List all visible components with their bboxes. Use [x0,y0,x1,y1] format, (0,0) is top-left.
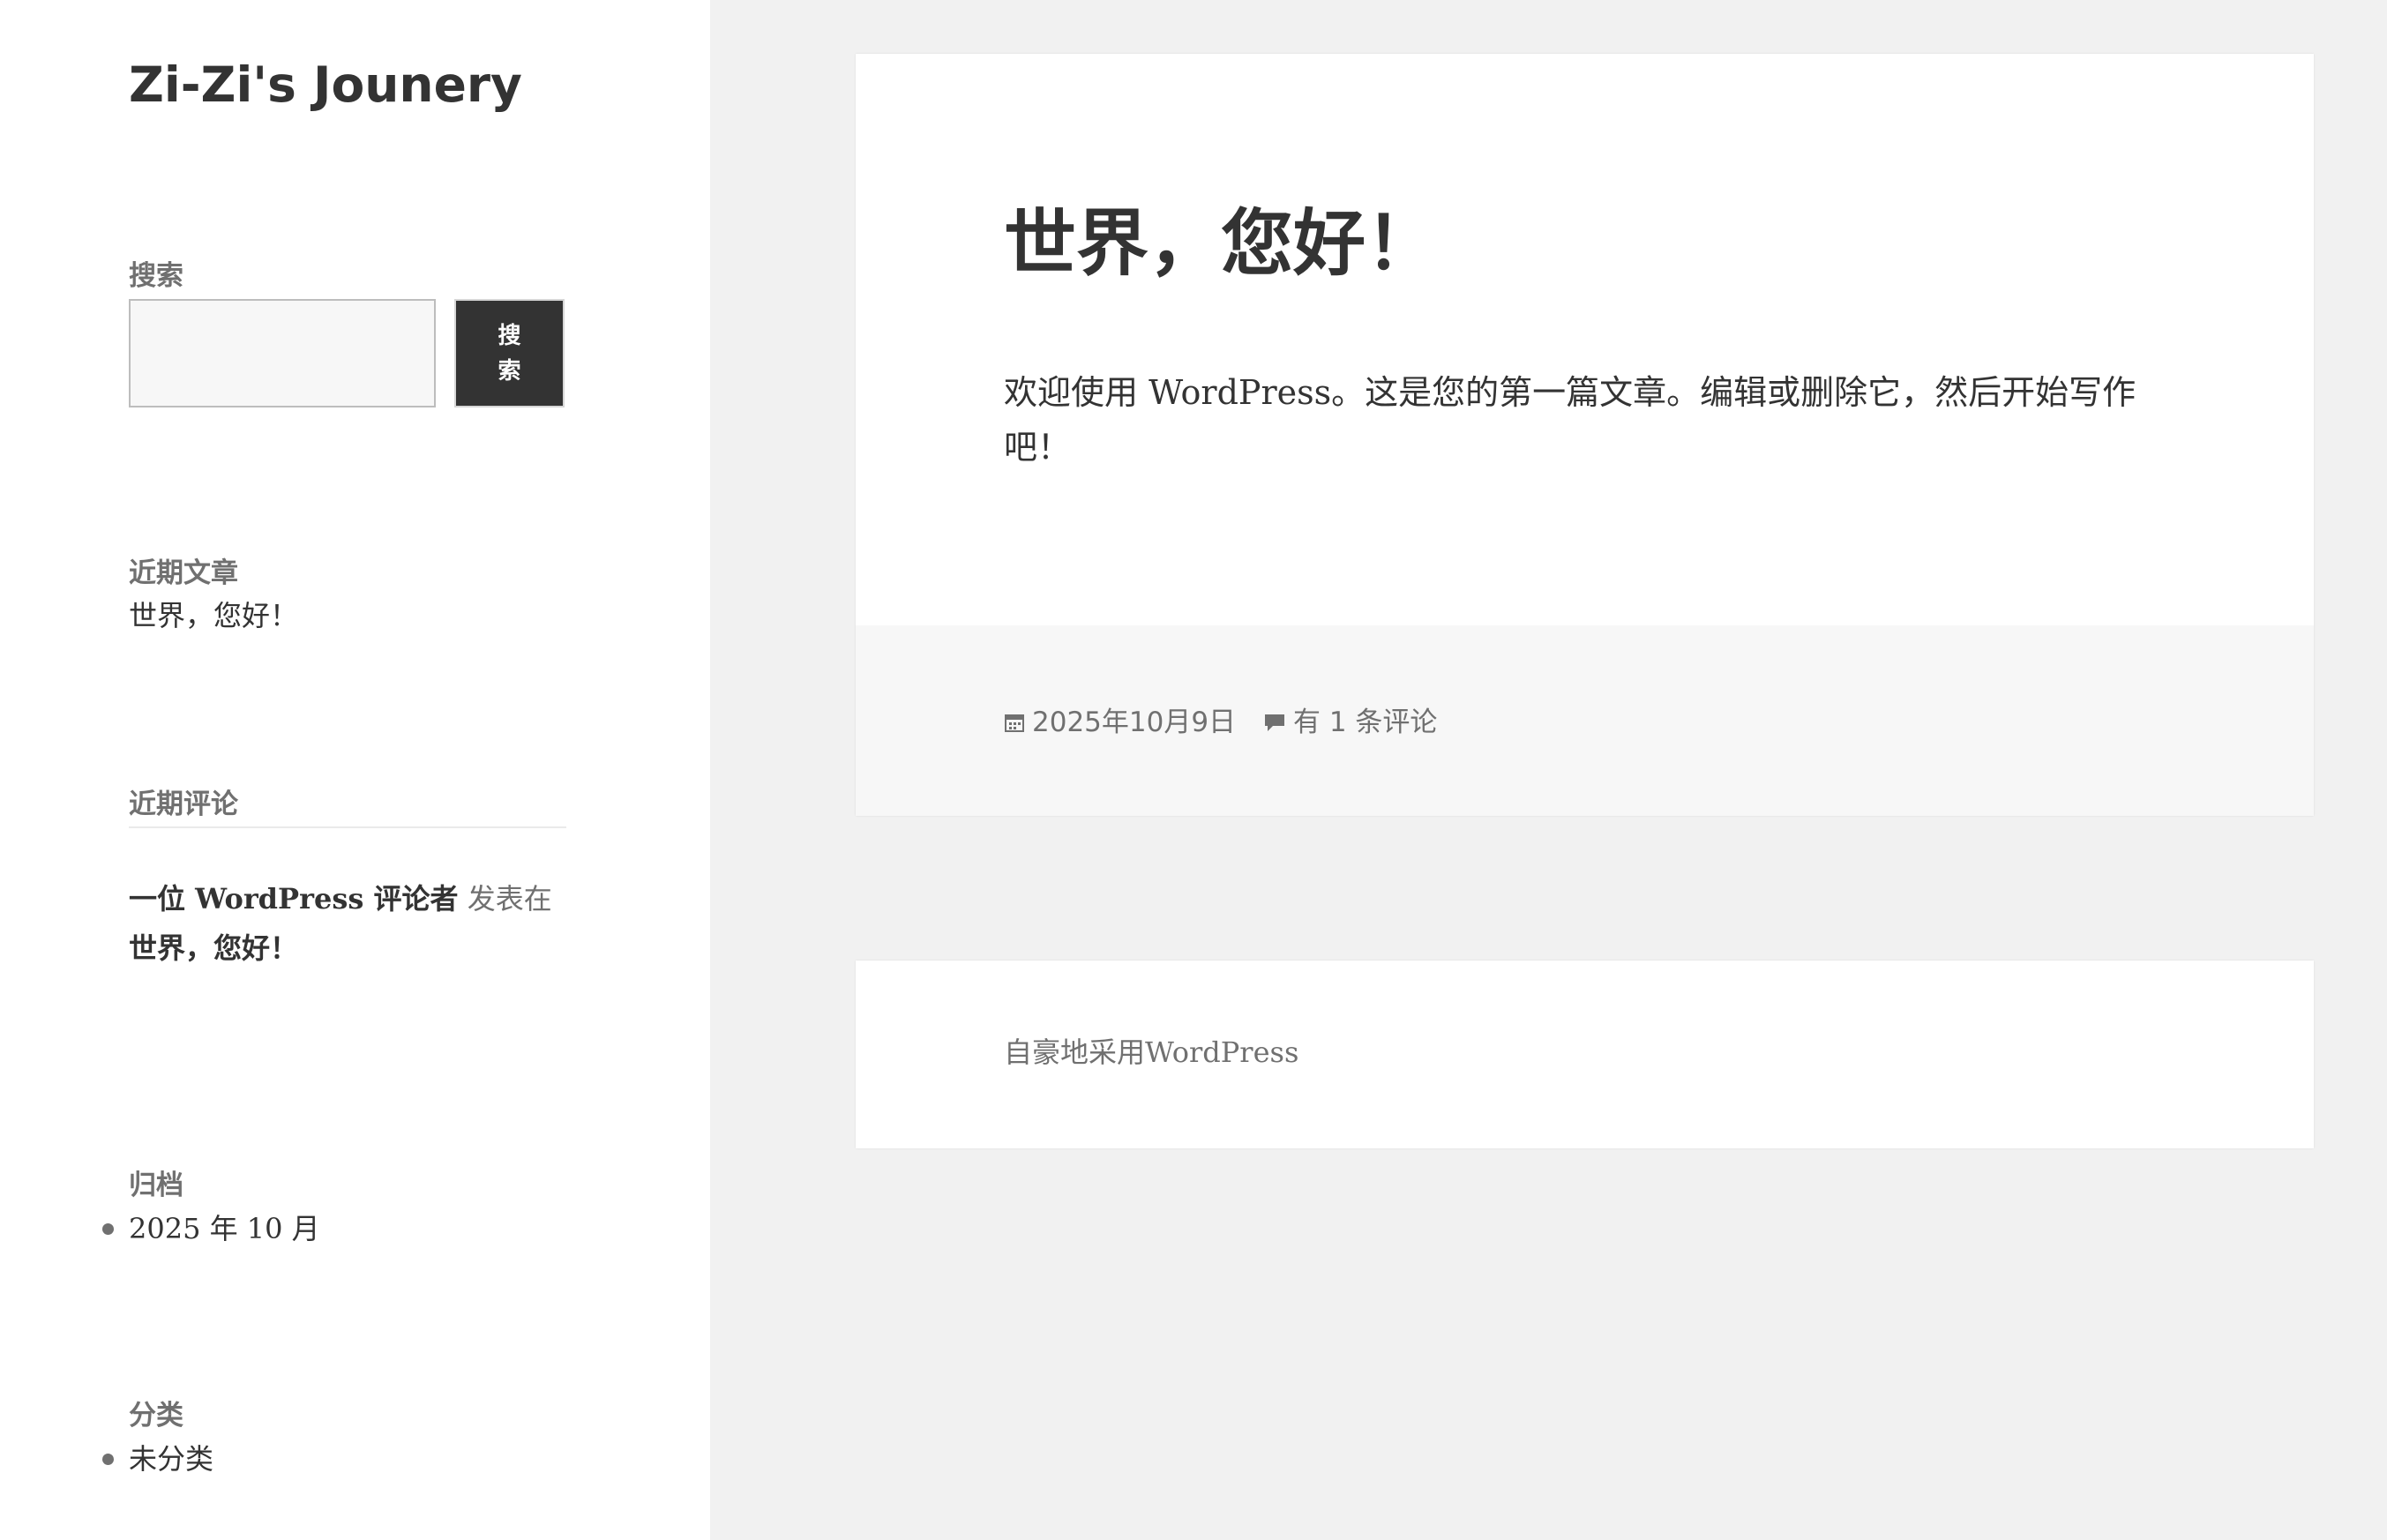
post-date-text: 2025年10月9日 [1032,706,1237,738]
recent-post-link[interactable]: 世界，您好！ [129,596,298,635]
archives-title: 归档 [129,1170,183,1201]
post-body: 欢迎使用 WordPress。这是您的第一篇文章。编辑或删除它，然后开始写作吧！ [1004,373,2136,467]
post-comments-link[interactable]: 有 1 条评论 [1263,703,1437,744]
post-title[interactable]: 世界，您好！ [1004,195,1438,292]
category-bullet [102,1454,114,1465]
widget-title-divider [129,826,566,828]
search-widget-title: 搜索 [129,260,183,292]
search-button[interactable]: 搜索 [454,299,565,407]
recent-comments-title: 近期评论 [129,789,238,820]
comment-separator: 发表在 [467,882,552,916]
recent-posts-title: 近期文章 [129,557,238,589]
archive-bullet [102,1223,114,1235]
speech-bubble-icon [1263,705,1286,744]
post-comments-text: 有 1 条评论 [1293,706,1438,738]
post-meta-footer: 2025年10月9日 有 1 条评论 [856,625,2314,816]
site-footer: 自豪地采用WordPress [856,961,2314,1148]
archive-link[interactable]: 2025 年 10 月 [129,1209,320,1248]
sidebar: Zi-Zi's Jounery 搜索 搜索 近期文章 世界，您好！ 近期评论 一… [0,0,710,1540]
site-title[interactable]: Zi-Zi's Jounery [129,51,522,118]
comment-author-link[interactable]: 一位 WordPress 评论者 [129,882,459,916]
categories-title: 分类 [129,1400,183,1432]
calendar-icon [1004,705,1025,744]
recent-comment-post-line: 世界，您好！ [129,926,298,970]
post-card: 世界，您好！ 欢迎使用 WordPress。这是您的第一篇文章。编辑或删除它，然… [856,54,2314,816]
search-input[interactable] [129,299,436,407]
post-date[interactable]: 2025年10月9日 [1004,703,1236,744]
recent-comment-line: 一位 WordPress 评论者 发表在 [129,877,552,921]
comment-post-link[interactable]: 世界，您好！ [129,931,298,965]
category-link[interactable]: 未分类 [129,1439,213,1478]
powered-by-link[interactable]: 自豪地采用WordPress [1004,1033,1298,1072]
